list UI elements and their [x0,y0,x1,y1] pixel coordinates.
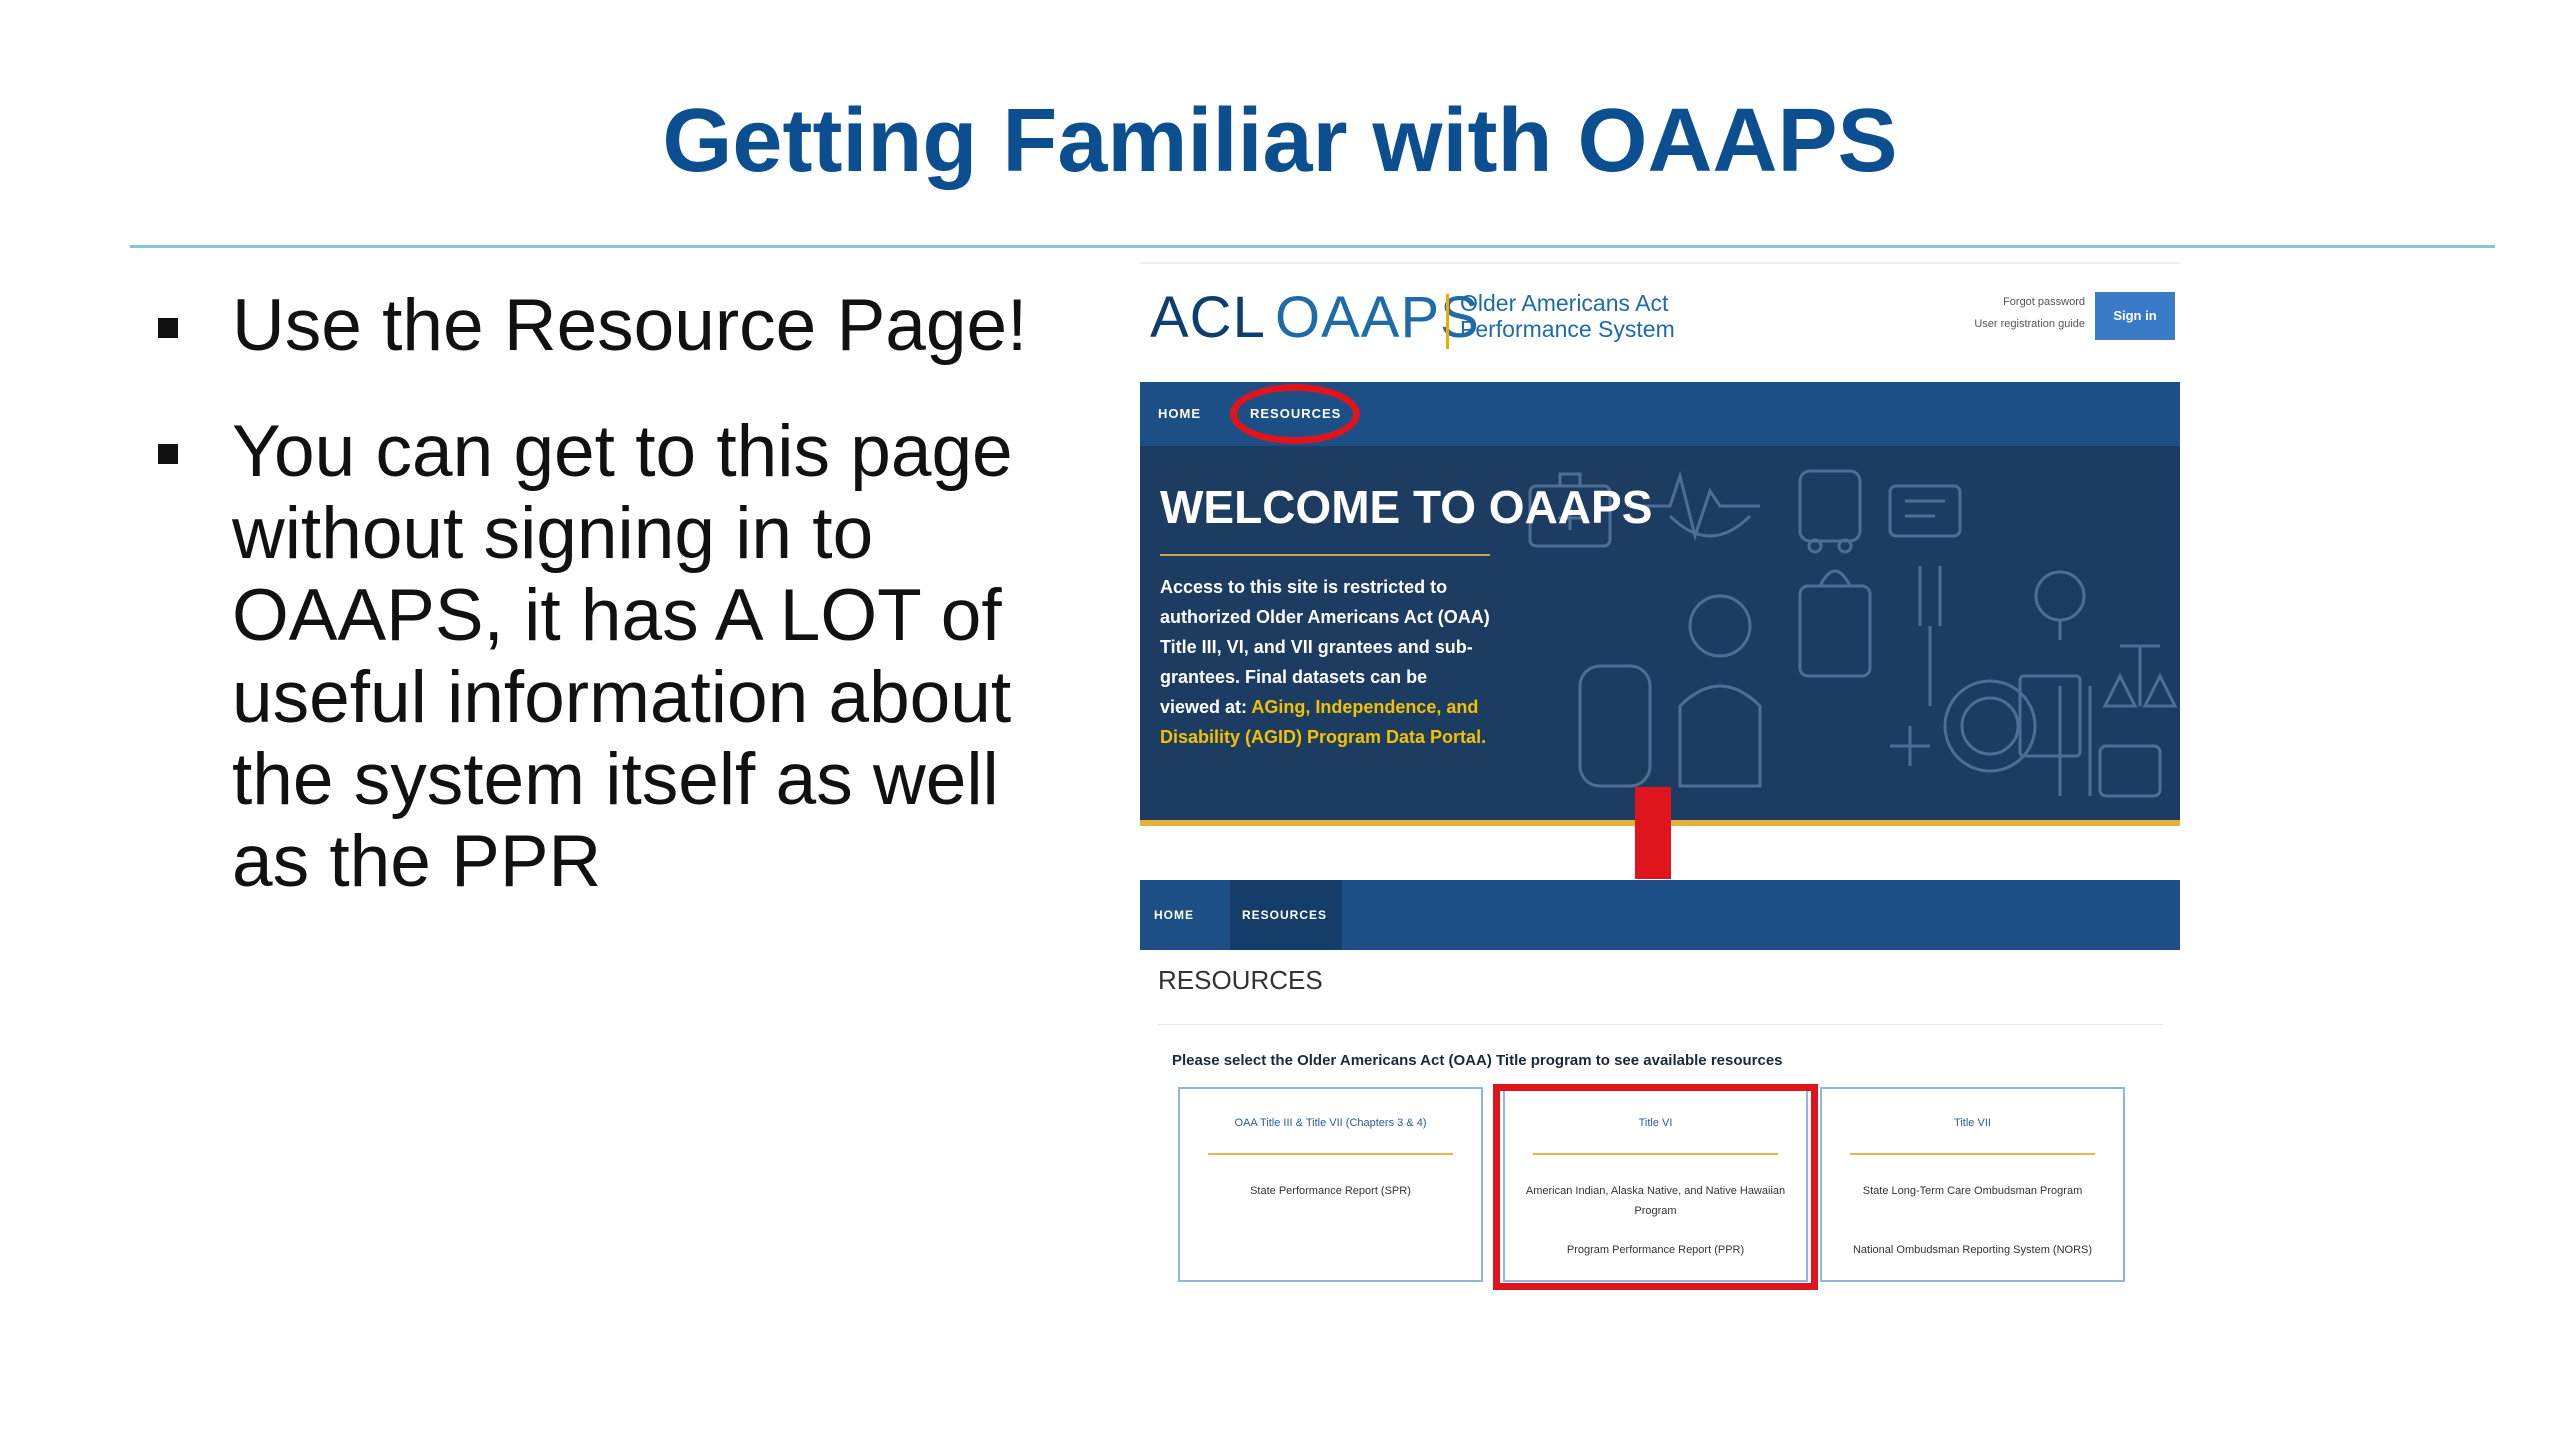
nav-home[interactable]: HOME [1154,880,1194,950]
welcome-heading: WELCOME TO OAAPS [1160,481,1653,533]
welcome-body: Access to this site is restricted to aut… [1160,577,1490,717]
resources-instruction: Please select the Older Americans Act (O… [1172,1052,1783,1069]
card-title: OAA Title III & Title VII (Chapters 3 & … [1234,1117,1427,1129]
site-header: ACL OAAPS Older Americans Act Performanc… [1140,262,2180,384]
logo-subtitle-line1: Older Americans Act [1460,290,1669,316]
card-divider [1850,1153,2095,1155]
bullet-item: You can get to this page without signing… [150,411,1080,903]
resources-highlight-circle [1230,384,1360,444]
bullet-list: Use the Resource Page! You can get to th… [150,285,1080,947]
welcome-banner: WELCOME TO OAAPS Access to this site is … [1140,446,2180,826]
welcome-divider [1160,554,1490,556]
oaaps-screenshot: ACL OAAPS Older Americans Act Performanc… [1140,262,2180,1302]
title-vi-highlight-box [1493,1084,1818,1290]
forgot-password-link[interactable]: Forgot password [2003,296,2085,308]
user-guide-link[interactable]: User registration guide [1974,318,2085,330]
title-divider [130,245,2495,248]
top-nav-bar: HOME RESOURCES [1140,382,2180,446]
nav-home[interactable]: HOME [1158,382,1201,446]
logo-oaaps: OAAPS [1275,285,1480,350]
resource-card-title-vii[interactable]: Title VII State Long-Term Care Ombudsman… [1820,1087,2125,1282]
bullet-square-icon [158,318,178,338]
bullet-text: Use the Resource Page! [232,285,1028,366]
bullet-item: Use the Resource Page! [150,285,1080,367]
resources-heading: RESOURCES [1158,965,1323,995]
nav-resources[interactable]: RESOURCES [1242,880,1327,950]
bullet-text: You can get to this page without signing… [232,411,1013,902]
slide-title: Getting Familiar with OAAPS [662,91,1898,191]
bullet-square-icon [158,444,178,464]
resources-nav-bar: HOME RESOURCES [1140,880,2180,950]
resource-card-title-iii[interactable]: OAA Title III & Title VII (Chapters 3 & … [1178,1087,1483,1282]
card-line2: National Ombudsman Reporting System (NOR… [1852,1244,2093,1256]
logo-subtitle-line2: Performance System [1460,316,1675,342]
resources-divider [1158,1024,2163,1025]
card-line1: State Performance Report (SPR) [1250,1185,1411,1197]
logo-divider [1446,294,1449,349]
card-line1: State Long-Term Care Ombudsman Program [1862,1185,2083,1197]
welcome-text: Access to this site is restricted to aut… [1160,572,1490,752]
logo-acl: ACL [1150,285,1266,350]
card-title: Title VII [1954,1117,1991,1129]
sign-in-button[interactable]: Sign in [2095,292,2175,340]
red-connector-bar [1635,787,1671,879]
card-divider [1208,1153,1453,1155]
